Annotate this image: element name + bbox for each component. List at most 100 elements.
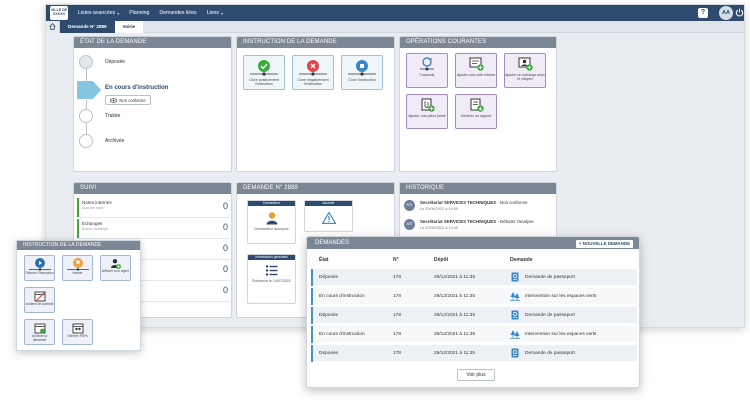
step-label-en-cours: En cours d'instruction [105,85,169,91]
list-icon [265,265,278,276]
nouvelle-demande-button[interactable]: + Nouvelle demande [575,240,633,248]
etat-panel: ÉTAT DE LA DEMANDE Déposée En cours d'in… [73,36,232,172]
nav-liens[interactable]: Liens ▾ [207,10,223,16]
table-row[interactable]: Déposée 178 29/12/2021 à 11:35 Demande d… [311,269,637,286]
table-row[interactable]: En cours d'instruction 178 29/12/2021 à … [311,326,637,343]
table-row[interactable]: Déposée 178 29/12/2021 à 11:35 Demande d… [311,345,637,362]
nav-listes-avancees[interactable]: Listes avancées ▾ [78,10,119,16]
generer-rapport-label: Générer un rapport [460,114,492,118]
user-add-icon [111,259,121,269]
user-circle-icon [72,258,83,268]
clore-positivement-label: Clore positivement l'instruction [249,78,279,87]
suivi-panel-title: SUIVI [74,183,231,194]
transmis-button[interactable]: Transmis [406,53,448,88]
eye-icon [110,97,118,103]
clore-negativement-button[interactable]: Clore négativement l'instruction [292,55,334,90]
instruction-popup-title: INSTRUCTION DE LA DEMANDE [17,241,140,250]
step-label-deposee: Déposée [105,59,126,65]
transfer-icon [420,57,434,71]
power-icon[interactable] [735,8,744,17]
tab-demande[interactable]: Demande N° 2889 [60,20,115,33]
clore-positivement-button[interactable]: Clore positivement l'instruction [243,55,285,90]
slider-track-icon [299,72,327,76]
report-download-icon [470,98,484,112]
tab-voirie[interactable]: Voirie [114,20,144,33]
affecter-agent-button[interactable]: Affecter à un agent [100,255,131,281]
demandes-popup: DEMANDES + Nouvelle demande État N° Dépô… [306,236,640,388]
green-space-icon [510,292,520,301]
warning-icon [321,212,336,224]
associer-card[interactable]: Associer [304,200,353,232]
instruction-panel-title: INSTRUCTION DE LA DEMANDE [237,37,394,48]
ajouter-note-label: Ajouter une note interne [456,73,496,77]
suivi-row-notes[interactable]: Notes internes Aucune note 0 [77,198,230,218]
historique-panel: HISTORIQUE SST Secrétariat SERVICES TECH… [399,182,557,242]
attachment-add-icon [421,98,435,112]
operations-panel-title: OPÉRATIONS COURANTES [400,37,556,48]
ajouter-echange-button[interactable]: Ajouter un échange avec le citoyen [504,53,546,88]
tab-bar: Demande N° 2889 Voirie [46,20,744,33]
col-header-etat: État [319,257,329,263]
demandeur-card[interactable]: Demandeur Demandeur anonyme [247,200,296,244]
ajouter-piece-jointe-button[interactable]: Ajouter une pièce jointe [406,94,448,129]
check-circle-icon [258,60,270,72]
instruction-popup: INSTRUCTION DE LA DEMANDE Débuter l'inst… [16,240,141,351]
avatar[interactable]: AA [719,6,733,20]
debuter-instruction-button[interactable]: Débuter l'instruction [24,255,55,281]
note-add-icon [469,57,484,71]
step-current-marker [77,81,101,99]
nav-demandes-liees[interactable]: Demandes liées [159,10,196,16]
transmis-label: Transmis [419,73,435,77]
ajouter-echange-label: Ajouter un échange avec le citoyen [505,73,545,82]
history-item: SST Secrétariat SERVICES TECHNIQUES - No… [404,199,554,215]
user-icon [266,212,277,225]
slider-track-icon [348,72,376,76]
green-space-icon [510,330,520,339]
nav-planning[interactable]: Planning [129,10,149,16]
ajouter-piece-label: Ajouter une pièce jointe [408,114,446,118]
archive-calendar-icon [34,323,45,334]
demandes-popup-header: DEMANDES + Nouvelle demande [307,237,639,249]
step-label-traitee: Traitée [105,113,121,119]
non-conforme-button[interactable]: Non conforme [105,95,151,105]
play-circle-icon [34,258,45,268]
etat-panel-title: ÉTAT DE LA DEMANDE [74,37,231,48]
slider-track-icon [250,72,278,76]
archiver-demande-button[interactable]: Archiver la demande [24,319,55,345]
interne-button[interactable]: Interne [62,255,93,281]
clore-instruction-label: Clore l'instruction [348,78,376,82]
step-circle-traitee [79,109,93,123]
col-header-demande: Demande [510,257,533,263]
passport-icon [511,348,519,358]
table-row[interactable]: En cours d'instruction 178 29/12/2021 à … [311,288,637,305]
col-header-depot: Dépôt [434,257,449,263]
ajouter-note-interne-button[interactable]: Ajouter une note interne [455,53,497,88]
cross-circle-icon [307,60,319,72]
history-item: SST Secrétariat SERVICES TECHNIQUES - Dé… [404,218,554,234]
calendar-users-icon [72,323,83,334]
demandes-title: DEMANDES [315,240,350,246]
suivi-row-echanges[interactable]: Échanges Aucun échange 0 [77,219,230,239]
voir-plus-button[interactable]: Voir plus [457,369,495,381]
passport-icon [511,272,519,282]
instruction-panel: INSTRUCTION DE LA DEMANDE Clore positive… [236,36,395,172]
city-logo[interactable]: VILLE DE XXXXX [50,6,68,20]
incident-controle-button[interactable]: Incident de contrôle [24,287,55,313]
history-badge: SST [404,200,415,211]
home-icon [49,23,56,30]
clore-instruction-button[interactable]: Clore l'instruction [341,55,383,90]
step-label-archivee: Archivée [105,138,125,144]
generer-pdfs-button[interactable]: Générer PDFs [62,319,93,345]
user-message-icon [518,57,533,71]
demande-panel-title: DEMANDE N° 2889 [237,183,394,194]
chevron-down-icon: ▾ [117,10,120,16]
step-circle-archivee [79,134,93,148]
help-button[interactable]: ? [698,8,708,18]
chevron-down-icon: ▾ [221,10,224,16]
passport-icon [511,310,519,320]
home-tab[interactable] [46,20,60,33]
generer-rapport-button[interactable]: Générer un rapport [455,94,497,129]
informations-card[interactable]: Informations générales Échéance le 14/07… [247,254,296,304]
step-circle-deposee [79,55,93,69]
table-row[interactable]: Déposée 178 29/12/2021 à 11:35 Demande d… [311,307,637,324]
